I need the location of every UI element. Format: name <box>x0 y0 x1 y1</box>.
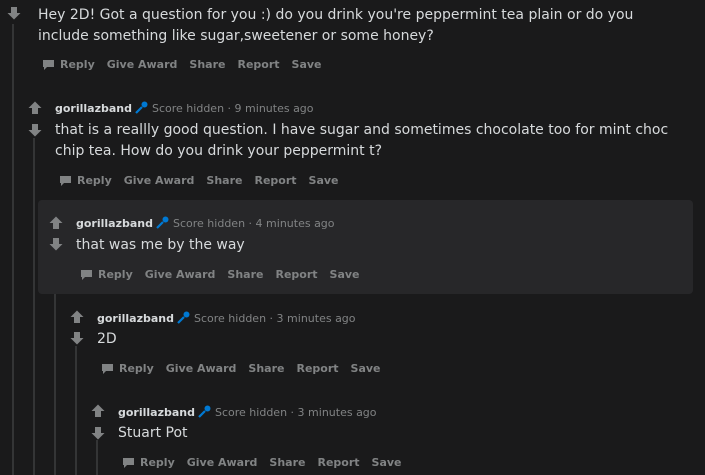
comment-actions: Reply Give Award Share Report Save <box>59 174 351 187</box>
save-button[interactable]: Save <box>292 58 322 71</box>
save-button[interactable]: Save <box>351 362 381 375</box>
comment-bubble-icon <box>43 59 54 70</box>
arrow-up-icon <box>91 404 105 417</box>
downvote-button[interactable] <box>70 331 84 345</box>
microphone-flair-icon <box>135 101 148 114</box>
arrow-down-icon <box>49 238 63 251</box>
author-link[interactable]: gorillazband <box>97 312 174 325</box>
give-award-button[interactable]: Give Award <box>145 268 216 281</box>
microphone-flair-icon <box>198 405 211 418</box>
score-label: Score hidden <box>215 406 288 419</box>
timestamp-link[interactable]: 9 minutes ago <box>235 102 314 115</box>
arrow-down-icon <box>91 427 105 440</box>
arrow-up-icon <box>28 101 42 114</box>
thread-line[interactable] <box>96 440 98 475</box>
arrow-up-icon <box>70 310 84 323</box>
report-button[interactable]: Report <box>317 456 359 469</box>
score-label: Score hidden <box>152 102 225 115</box>
share-button[interactable]: Share <box>248 362 284 375</box>
give-award-button[interactable]: Give Award <box>187 456 258 469</box>
comment-body: 2D <box>97 331 117 347</box>
downvote-button[interactable] <box>7 6 21 20</box>
reply-button[interactable]: Reply <box>80 268 133 281</box>
share-button[interactable]: Share <box>206 174 242 187</box>
score-label: Score hidden <box>194 312 267 325</box>
upvote-button[interactable] <box>28 101 42 115</box>
reply-button[interactable]: Reply <box>59 174 112 187</box>
thread-line[interactable] <box>33 138 35 475</box>
thread-line[interactable] <box>75 346 77 475</box>
arrow-down-icon <box>70 332 84 345</box>
share-button[interactable]: Share <box>269 456 305 469</box>
separator: · <box>227 102 232 115</box>
comment-meta: gorillazband Score hidden · 4 minutes ago <box>76 216 335 231</box>
save-button[interactable]: Save <box>309 174 339 187</box>
comment-body: Stuart Pot <box>118 425 188 441</box>
author-link[interactable]: gorillazband <box>76 217 153 230</box>
comment-meta: gorillazband Score hidden · 3 minutes ago <box>97 311 356 326</box>
timestamp-link[interactable]: 3 minutes ago <box>277 312 356 325</box>
comment-bubble-icon <box>102 363 113 374</box>
thread-line[interactable] <box>12 24 14 475</box>
comment-body: that is a reallly good question. I have … <box>55 122 669 159</box>
comment-body: that was me by the way <box>76 237 245 253</box>
give-award-button[interactable]: Give Award <box>107 58 178 71</box>
comment-actions: Reply Give Award Share Report Save <box>101 362 393 375</box>
author-link[interactable]: gorillazband <box>118 406 195 419</box>
comment-actions: Reply Give Award Share Report Save <box>122 456 414 469</box>
downvote-button[interactable] <box>91 426 105 440</box>
report-button[interactable]: Report <box>237 58 279 71</box>
comment-actions: Reply Give Award Share Report Save <box>80 268 372 281</box>
report-button[interactable]: Report <box>275 268 317 281</box>
separator: · <box>269 312 274 325</box>
share-button[interactable]: Share <box>189 58 225 71</box>
upvote-button[interactable] <box>70 310 84 324</box>
reply-button[interactable]: Reply <box>122 456 175 469</box>
comment-meta: gorillazband Score hidden · 9 minutes ago <box>55 101 314 116</box>
microphone-flair-icon <box>156 216 169 229</box>
comment-bubble-icon <box>81 269 92 280</box>
share-button[interactable]: Share <box>227 268 263 281</box>
author-link[interactable]: gorillazband <box>55 102 132 115</box>
timestamp-link[interactable]: 3 minutes ago <box>298 406 377 419</box>
upvote-button[interactable] <box>49 216 63 230</box>
upvote-button[interactable] <box>91 404 105 418</box>
comment-actions: Reply Give Award Share Report Save <box>42 58 334 71</box>
separator: · <box>290 406 295 419</box>
give-award-button[interactable]: Give Award <box>124 174 195 187</box>
score-label: Score hidden <box>173 217 246 230</box>
downvote-button[interactable] <box>49 237 63 251</box>
save-button[interactable]: Save <box>372 456 402 469</box>
report-button[interactable]: Report <box>254 174 296 187</box>
downvote-button[interactable] <box>28 123 42 137</box>
reply-button[interactable]: Reply <box>42 58 95 71</box>
comment-bubble-icon <box>60 175 71 186</box>
reply-button[interactable]: Reply <box>101 362 154 375</box>
give-award-button[interactable]: Give Award <box>166 362 237 375</box>
comment-bubble-icon <box>123 457 134 468</box>
comment-body: Hey 2D! Got a question for you :) do you… <box>38 7 634 44</box>
report-button[interactable]: Report <box>296 362 338 375</box>
arrow-down-icon <box>7 7 21 20</box>
arrow-up-icon <box>49 216 63 229</box>
arrow-down-icon <box>28 124 42 137</box>
microphone-flair-icon <box>177 311 190 324</box>
timestamp-link[interactable]: 4 minutes ago <box>256 217 335 230</box>
separator: · <box>248 217 253 230</box>
save-button[interactable]: Save <box>330 268 360 281</box>
comment-meta: gorillazband Score hidden · 3 minutes ago <box>118 405 377 420</box>
